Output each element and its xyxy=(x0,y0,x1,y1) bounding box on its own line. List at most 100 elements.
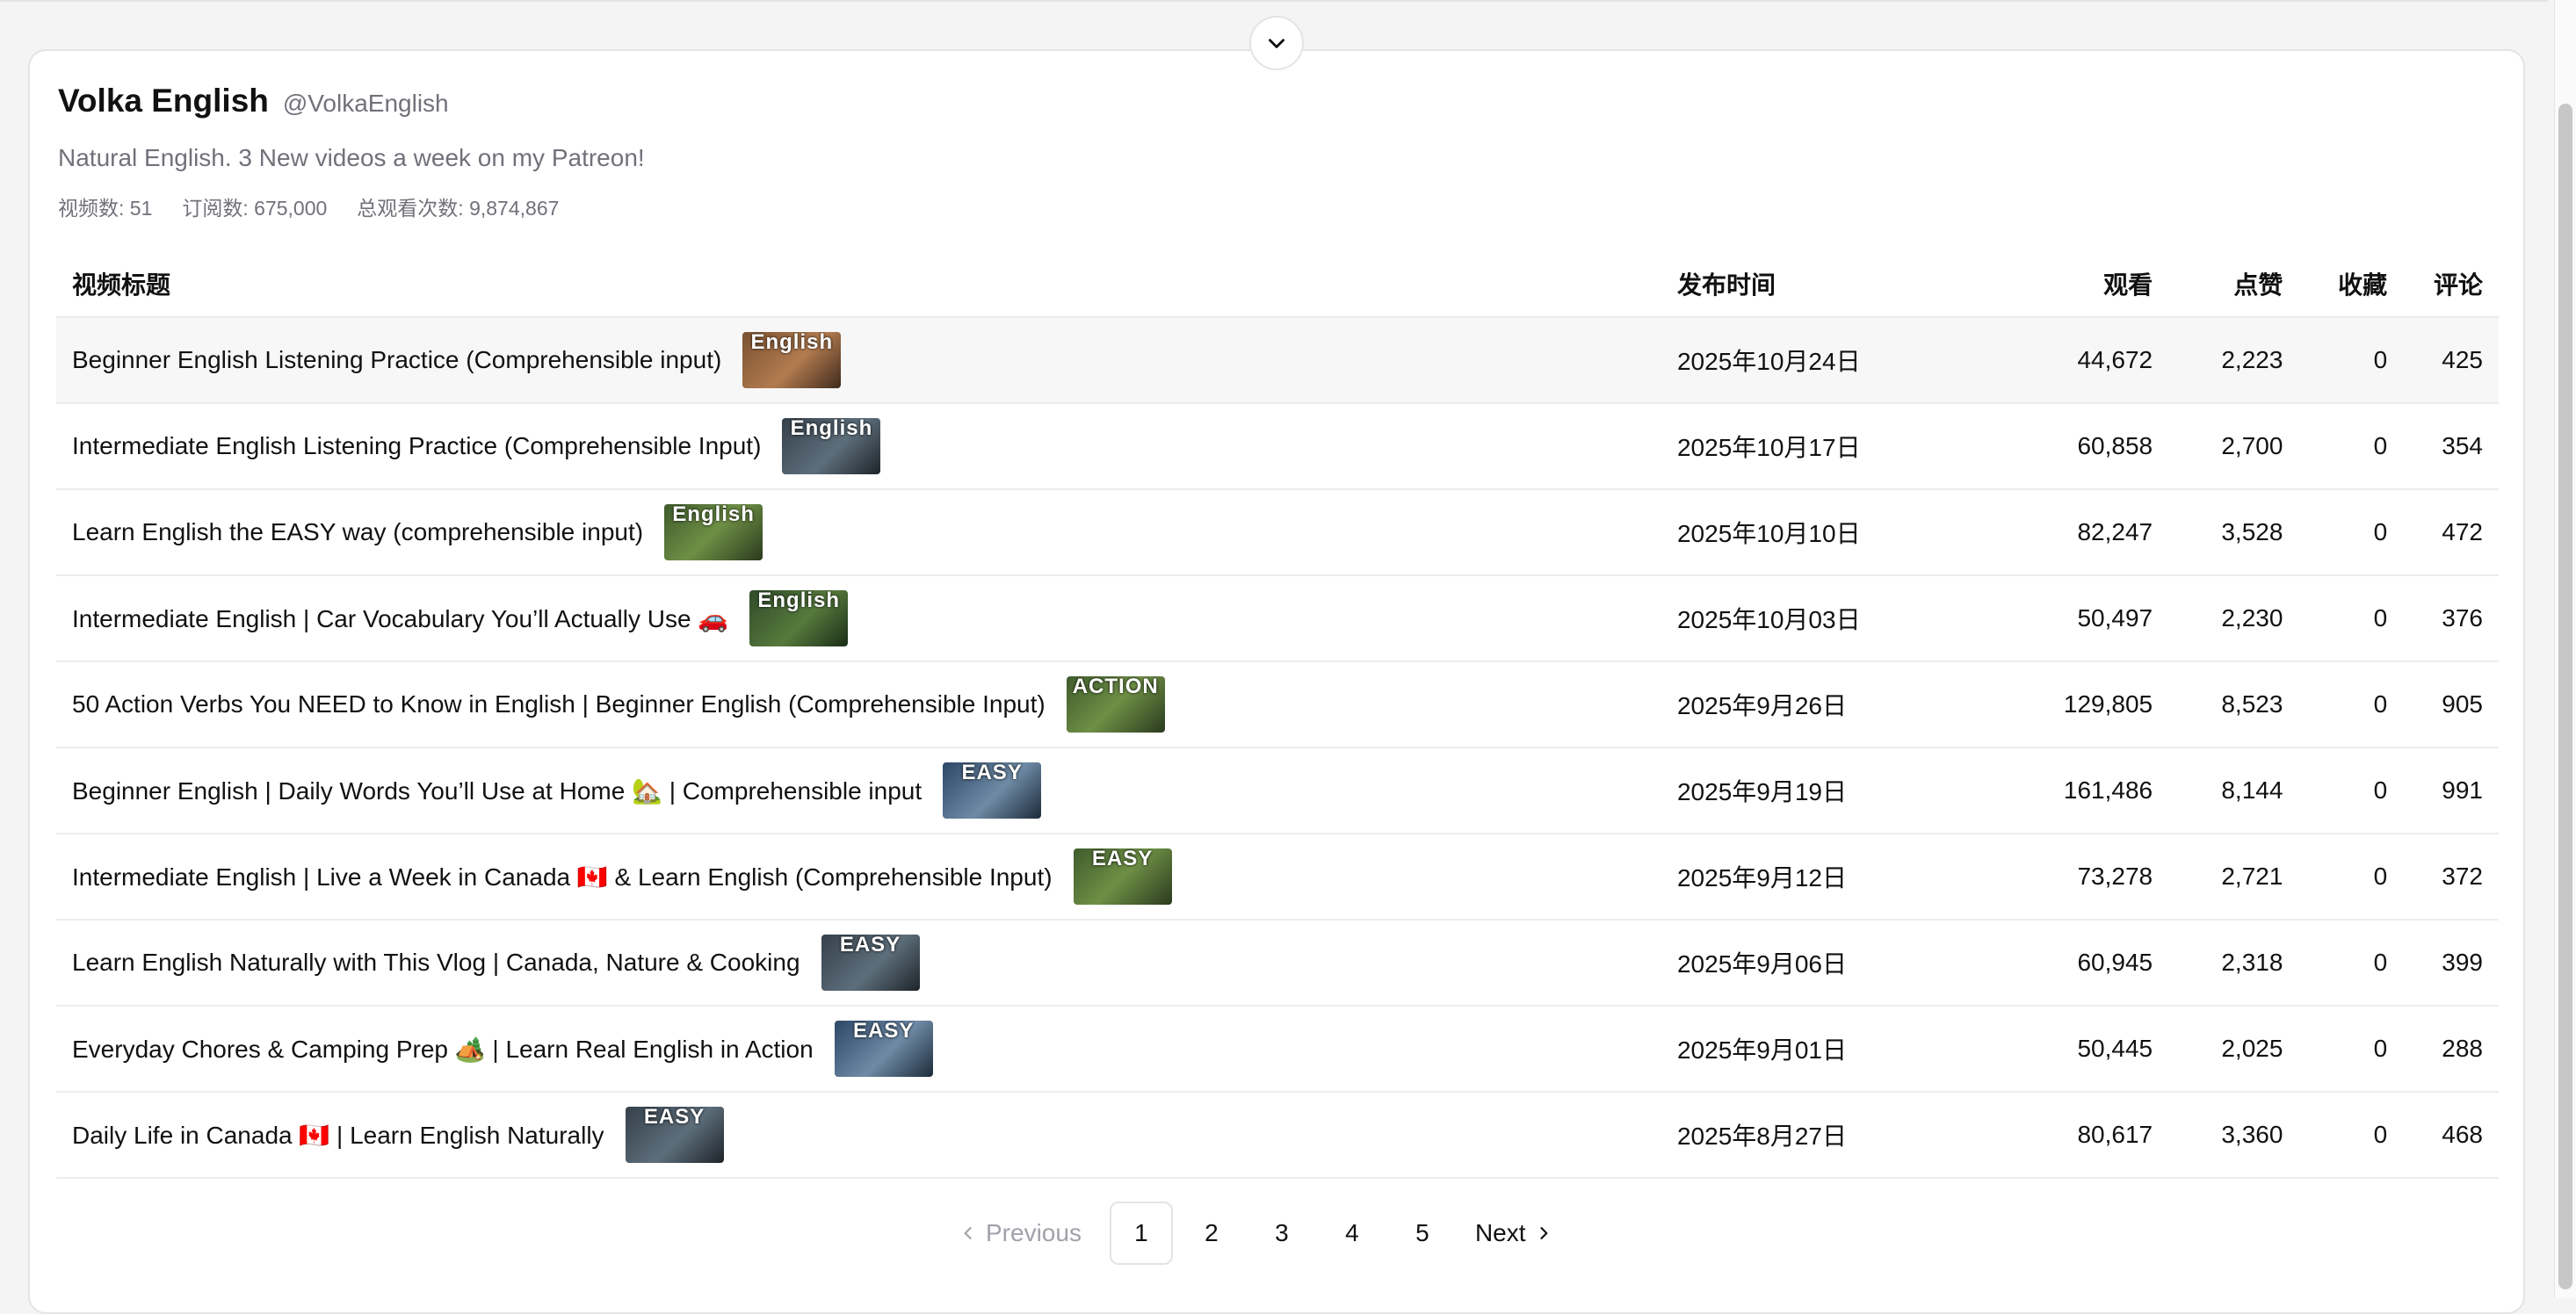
video-title[interactable]: Intermediate English | Live a Week in Ca… xyxy=(72,863,1053,892)
table-row[interactable]: Beginner English Listening Practice (Com… xyxy=(56,318,2499,404)
channel-description: Natural English. 3 New videos a week on … xyxy=(58,144,645,171)
total-view-count: 总观看次数: 9,874,867 xyxy=(357,197,560,220)
table-row[interactable]: Intermediate English | Live a Week in Ca… xyxy=(56,834,2499,921)
favorite-count: 0 xyxy=(2373,1035,2388,1062)
video-thumbnail[interactable]: EASY xyxy=(625,1107,724,1163)
table-row[interactable]: 50 Action Verbs You NEED to Know in Engl… xyxy=(56,662,2499,748)
page-4-button[interactable]: 4 xyxy=(1321,1202,1384,1265)
favorite-count: 0 xyxy=(2373,776,2388,804)
like-count: 3,360 xyxy=(2221,1121,2283,1148)
like-count: 3,528 xyxy=(2221,518,2283,545)
view-count: 129,805 xyxy=(2063,690,2153,718)
table-row[interactable]: Beginner English | Daily Words You’ll Us… xyxy=(56,748,2499,834)
publish-date: 2025年9月26日 xyxy=(1676,692,1847,719)
previous-label: Previous xyxy=(986,1219,1082,1246)
table-row[interactable]: Intermediate English Listening Practice … xyxy=(56,404,2499,490)
chevron-down-icon xyxy=(1269,39,1284,48)
video-title[interactable]: Intermediate English Listening Practice … xyxy=(72,432,761,460)
video-title[interactable]: Everyday Chores & Camping Prep 🏕️ | Lear… xyxy=(72,1035,814,1064)
page-3-button[interactable]: 3 xyxy=(1250,1202,1313,1265)
video-thumbnail[interactable]: English xyxy=(749,590,849,646)
header-views[interactable]: 观看 xyxy=(1896,266,2168,301)
view-count: 73,278 xyxy=(2077,863,2153,890)
header-likes[interactable]: 点赞 xyxy=(2168,266,2298,301)
channel-header: Volka English @VolkaEnglish xyxy=(58,83,449,119)
table-row[interactable]: Learn English Naturally with This Vlog |… xyxy=(56,921,2499,1007)
channel-name: Volka English xyxy=(58,83,269,119)
page-5-button[interactable]: 5 xyxy=(1391,1202,1454,1265)
video-title[interactable]: Learn English the EASY way (comprehensib… xyxy=(72,518,643,546)
video-thumbnail[interactable]: EASY xyxy=(821,935,920,991)
header-comments[interactable]: 评论 xyxy=(2403,266,2499,301)
header-date[interactable]: 发布时间 xyxy=(1661,266,1896,301)
video-title[interactable]: Learn English Naturally with This Vlog |… xyxy=(72,949,800,977)
table-row[interactable]: Intermediate English | Car Vocabulary Yo… xyxy=(56,576,2499,662)
video-thumbnail[interactable]: ACTION xyxy=(1066,676,1165,733)
video-thumbnail[interactable]: English xyxy=(664,504,763,560)
video-thumbnail[interactable]: English xyxy=(782,418,881,474)
collapse-toggle-button[interactable] xyxy=(1249,16,1304,70)
publish-date: 2025年8月27日 xyxy=(1676,1123,1847,1150)
comment-count: 376 xyxy=(2442,604,2483,632)
scrollbar-track[interactable] xyxy=(2554,0,2576,1298)
header-favorites[interactable]: 收藏 xyxy=(2298,266,2403,301)
favorite-count: 0 xyxy=(2373,863,2388,890)
top-divider xyxy=(0,0,2548,2)
pagination: Previous 1 2 3 4 5 Next xyxy=(959,1202,1552,1265)
table-row[interactable]: Learn English the EASY way (comprehensib… xyxy=(56,490,2499,576)
thumbnail-caption: English xyxy=(757,590,841,612)
video-thumbnail[interactable]: EASY xyxy=(943,762,1042,819)
thumbnail-caption: EASY xyxy=(839,935,901,957)
chevron-right-icon xyxy=(1539,1227,1547,1239)
video-title[interactable]: 50 Action Verbs You NEED to Know in Engl… xyxy=(72,690,1046,718)
view-count: 82,247 xyxy=(2077,518,2153,545)
video-thumbnail[interactable]: EASY xyxy=(834,1021,933,1077)
like-count: 2,721 xyxy=(2221,863,2283,890)
view-count: 161,486 xyxy=(2063,776,2153,804)
page-2-button[interactable]: 2 xyxy=(1180,1202,1243,1265)
publish-date: 2025年10月03日 xyxy=(1676,606,1861,633)
channel-stats: 视频数: 51 订阅数: 675,000 总观看次数: 9,874,867 xyxy=(58,191,559,221)
scrollbar-thumb[interactable] xyxy=(2558,104,2572,1289)
video-thumbnail[interactable]: EASY xyxy=(1073,848,1172,905)
view-count: 60,945 xyxy=(2077,949,2153,976)
header-title[interactable]: 视频标题 xyxy=(56,266,1661,301)
table-header: 视频标题 发布时间 观看 点赞 收藏 评论 xyxy=(56,251,2499,318)
thumbnail-caption: EASY xyxy=(1091,848,1154,870)
view-count: 50,445 xyxy=(2077,1035,2153,1062)
table-row[interactable]: Daily Life in Canada 🇨🇦 | Learn English … xyxy=(56,1093,2499,1179)
video-title[interactable]: Beginner English Listening Practice (Com… xyxy=(72,346,721,374)
like-count: 2,318 xyxy=(2221,949,2283,976)
table-row[interactable]: Everyday Chores & Camping Prep 🏕️ | Lear… xyxy=(56,1007,2499,1093)
favorite-count: 0 xyxy=(2373,690,2388,718)
video-count: 视频数: 51 xyxy=(58,197,153,220)
page-1-button[interactable]: 1 xyxy=(1109,1202,1173,1265)
favorite-count: 0 xyxy=(2373,432,2388,459)
thumbnail-caption: English xyxy=(750,332,834,354)
publish-date: 2025年9月06日 xyxy=(1676,950,1847,978)
video-title[interactable]: Daily Life in Canada 🇨🇦 | Learn English … xyxy=(72,1121,604,1150)
next-label: Next xyxy=(1474,1219,1526,1246)
video-title[interactable]: Intermediate English | Car Vocabulary Yo… xyxy=(72,604,728,633)
view-count: 60,858 xyxy=(2077,432,2153,459)
video-thumbnail[interactable]: English xyxy=(742,332,842,388)
comment-count: 991 xyxy=(2442,776,2483,804)
comment-count: 472 xyxy=(2442,518,2483,545)
comment-count: 425 xyxy=(2442,346,2483,373)
thumbnail-caption: English xyxy=(790,418,873,440)
previous-page-button[interactable]: Previous xyxy=(959,1219,1082,1247)
view-count: 50,497 xyxy=(2077,604,2153,632)
favorite-count: 0 xyxy=(2373,346,2388,373)
video-table: 视频标题 发布时间 观看 点赞 收藏 评论 Beginner English L… xyxy=(56,251,2499,1179)
video-title[interactable]: Beginner English | Daily Words You’ll Us… xyxy=(72,776,922,805)
like-count: 2,700 xyxy=(2221,432,2283,459)
like-count: 8,523 xyxy=(2221,690,2283,718)
like-count: 2,025 xyxy=(2221,1035,2283,1062)
view-count: 44,672 xyxy=(2077,346,2153,373)
comment-count: 468 xyxy=(2442,1121,2483,1148)
publish-date: 2025年10月10日 xyxy=(1676,520,1861,547)
like-count: 8,144 xyxy=(2221,776,2283,804)
subscriber-count: 订阅数: 675,000 xyxy=(182,197,328,220)
chevron-left-icon xyxy=(964,1227,972,1239)
next-page-button[interactable]: Next xyxy=(1475,1219,1552,1247)
